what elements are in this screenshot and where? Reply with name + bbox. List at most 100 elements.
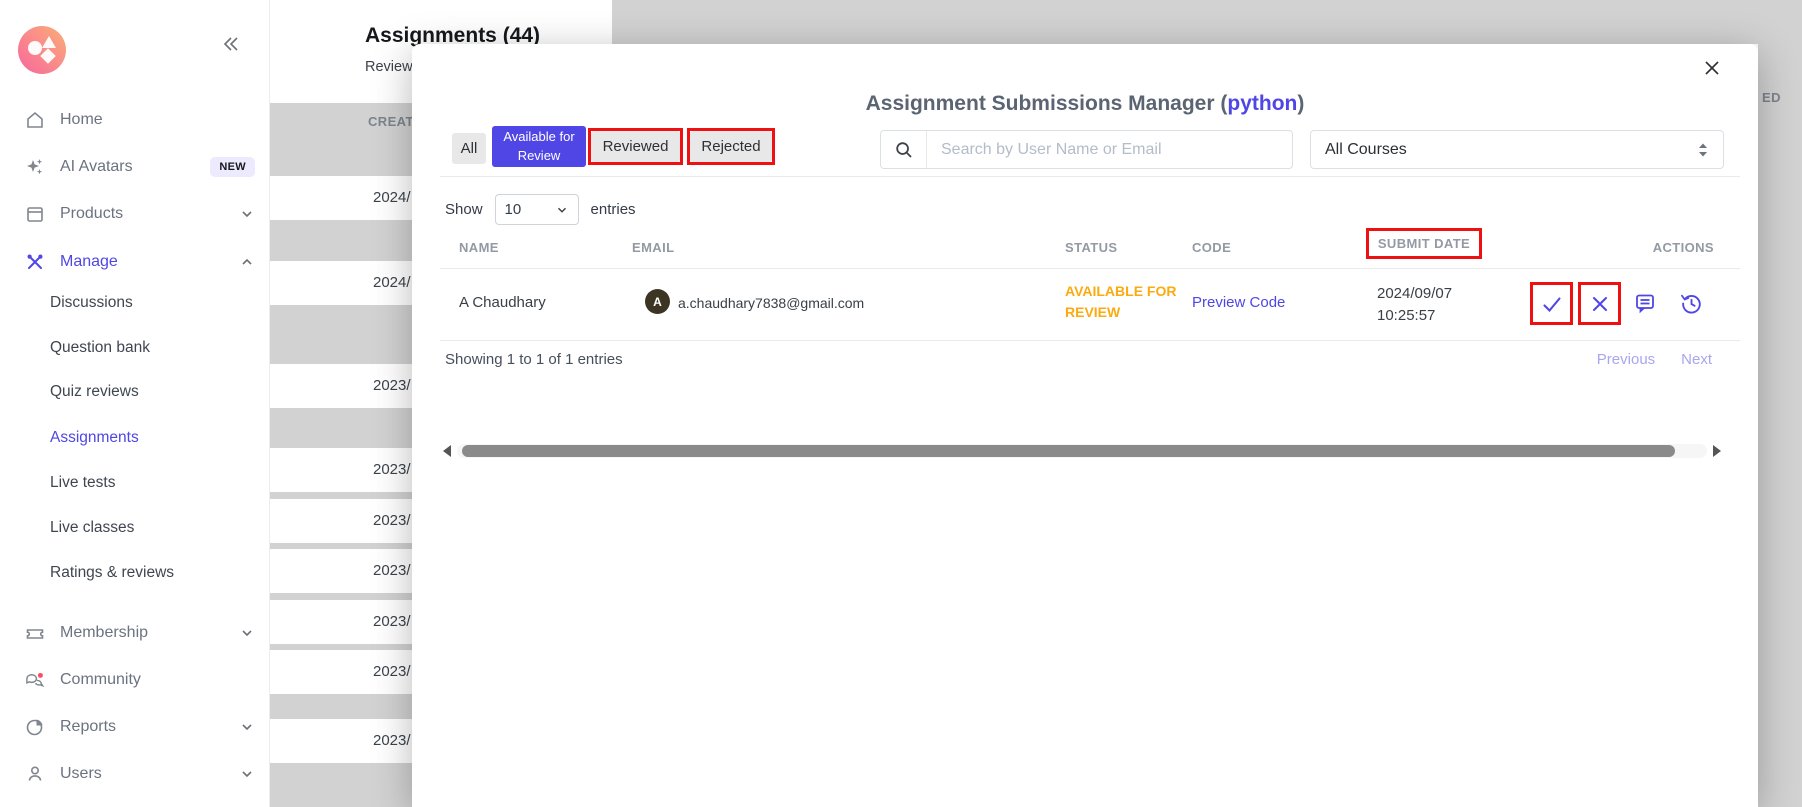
sidebar-subitem-ratings-reviews[interactable]: Ratings & reviews	[50, 564, 174, 582]
tools-icon	[25, 252, 45, 272]
sidebar-item-users[interactable]: Users	[25, 758, 255, 790]
created-date: 2023/	[373, 461, 411, 478]
scrollbar-track[interactable]	[457, 444, 1707, 458]
table-row: 2024/	[270, 261, 412, 305]
column-header-name: NAME	[459, 240, 499, 255]
horizontal-scrollbar	[442, 442, 1722, 460]
double-chevron-left-icon	[223, 37, 238, 51]
table-row: 2024/	[270, 176, 412, 220]
annotation-box-submit-date: SUBMIT DATE	[1366, 228, 1482, 259]
created-date: 2024/	[373, 189, 411, 206]
submit-time: 10:25:57	[1377, 307, 1436, 324]
show-label: Show	[445, 201, 483, 218]
sidebar-subitem-live-classes[interactable]: Live classes	[50, 519, 134, 537]
entries-summary: Showing 1 to 1 of 1 entries	[445, 351, 623, 368]
column-header-email: EMAIL	[632, 240, 675, 255]
pie-chart-icon	[25, 717, 45, 737]
submit-date: 2024/09/07	[1377, 285, 1453, 302]
sidebar-item-label: Products	[60, 205, 124, 222]
tab-rejected[interactable]: Rejected	[690, 131, 772, 162]
home-icon	[25, 110, 45, 130]
chevron-down-icon	[555, 203, 569, 217]
sidebar-item-label: Users	[60, 765, 102, 782]
column-header-code: CODE	[1192, 240, 1232, 255]
sidebar-item-ai-avatars[interactable]: AI Avatars NEW	[25, 151, 255, 183]
sidebar-item-label: AI Avatars	[60, 158, 133, 175]
approve-check-icon[interactable]	[1539, 291, 1565, 317]
chevron-down-icon	[239, 625, 255, 641]
sidebar-subitem-assignments[interactable]: Assignments	[50, 429, 139, 447]
history-icon[interactable]	[1678, 290, 1704, 316]
table-row: 2023/	[270, 600, 412, 644]
created-date: 2023/	[373, 377, 411, 394]
user-email: a.chaudhary7838@gmail.com	[678, 295, 865, 311]
comment-icon[interactable]	[1632, 290, 1658, 316]
sidebar-subitem-question-bank[interactable]: Question bank	[50, 339, 150, 357]
table-row: 2023/	[270, 650, 412, 694]
previous-button[interactable]: Previous	[1597, 351, 1655, 368]
search-icon	[881, 131, 927, 168]
tab-reviewed[interactable]: Reviewed	[591, 131, 680, 162]
sidebar-item-membership[interactable]: Membership	[25, 617, 255, 649]
new-badge: NEW	[210, 157, 255, 177]
sidebar-collapse-button[interactable]	[221, 34, 241, 59]
page-size-row: Show 10 entries	[445, 194, 636, 225]
app-logo[interactable]	[18, 26, 66, 74]
background-column-header-right: ED	[1762, 90, 1781, 105]
ticket-icon	[25, 623, 45, 643]
annotation-box-approve	[1530, 282, 1573, 325]
courses-filter-select[interactable]: All Courses	[1310, 130, 1724, 169]
entries-label: entries	[590, 201, 636, 218]
sidebar-item-manage[interactable]: Manage	[25, 246, 255, 278]
sidebar-subitem-live-tests[interactable]: Live tests	[50, 474, 115, 492]
scroll-left-icon[interactable]	[442, 444, 452, 458]
created-date: 2023/	[373, 562, 411, 579]
divider	[440, 176, 1740, 177]
sidebar-subitem-quiz-reviews[interactable]: Quiz reviews	[50, 383, 139, 401]
page-size-select[interactable]: 10	[494, 194, 579, 225]
tab-all[interactable]: All	[452, 133, 486, 164]
search-box	[880, 130, 1293, 169]
scrollbar-thumb[interactable]	[462, 445, 1675, 457]
sidebar-item-home[interactable]: Home	[25, 104, 255, 136]
preview-code-link[interactable]: Preview Code	[1192, 294, 1285, 311]
sidebar-item-products[interactable]: Products	[25, 198, 255, 230]
column-header-actions: ACTIONS	[1652, 240, 1714, 255]
column-header-status: STATUS	[1065, 240, 1118, 255]
sidebar-item-label: Reports	[60, 718, 117, 735]
chevron-up-icon	[239, 254, 255, 270]
background-table-right	[1758, 44, 1802, 807]
chevron-down-icon	[239, 766, 255, 782]
scroll-right-icon[interactable]	[1712, 444, 1722, 458]
close-icon[interactable]	[1702, 58, 1724, 80]
sidebar-item-label: Manage	[60, 253, 118, 270]
annotation-box-reject	[1578, 282, 1621, 325]
next-button[interactable]: Next	[1681, 351, 1712, 368]
tab-available-for-review[interactable]: Available for Review	[492, 126, 586, 167]
sidebar: Home AI Avatars NEW Products Manage Disc…	[0, 0, 270, 807]
page-subtitle: Review	[365, 59, 413, 75]
sidebar-item-reports[interactable]: Reports	[25, 711, 255, 743]
sidebar-subitem-discussions[interactable]: Discussions	[50, 294, 133, 312]
sidebar-item-community[interactable]: Community	[25, 664, 255, 696]
table-row: 2023/	[270, 719, 412, 763]
user-name: A Chaudhary	[459, 294, 546, 311]
assignment-submissions-modal: Assignment Submissions Manager (python) …	[412, 44, 1758, 807]
user-icon	[25, 764, 45, 784]
sidebar-item-label: Membership	[60, 624, 149, 641]
avatar: A	[645, 289, 670, 314]
background-top-band	[612, 0, 1802, 44]
created-date: 2023/	[373, 613, 411, 630]
table-row: 2023/	[270, 499, 412, 543]
sidebar-item-label: Community	[60, 671, 141, 688]
up-down-arrows-icon	[1697, 142, 1709, 158]
reject-x-icon[interactable]	[1587, 291, 1613, 317]
search-input[interactable]	[927, 140, 1292, 159]
chevron-down-icon	[239, 719, 255, 735]
courses-filter-value: All Courses	[1325, 140, 1407, 158]
annotation-box-reviewed: Reviewed	[588, 128, 683, 165]
created-date: 2024/	[373, 274, 411, 291]
created-date: 2023/	[373, 732, 411, 749]
modal-title-course: python	[1227, 92, 1298, 115]
modal-title: Assignment Submissions Manager (python)	[412, 92, 1758, 116]
